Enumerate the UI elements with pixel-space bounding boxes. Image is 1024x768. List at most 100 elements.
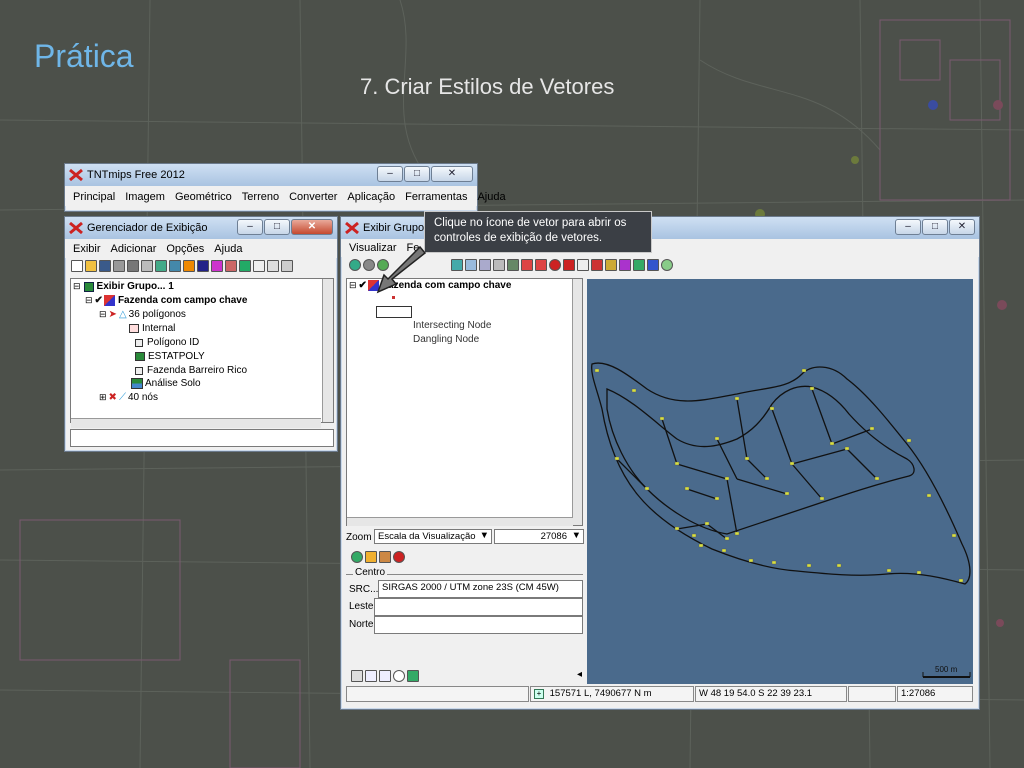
tree-row-internal[interactable]: Internal [129, 322, 175, 336]
add-raster-icon[interactable] [155, 260, 167, 272]
horizontal-scrollbar[interactable] [347, 517, 573, 526]
folder-icon[interactable] [365, 551, 377, 563]
cancel-icon[interactable] [563, 259, 575, 271]
check-icon[interactable]: ✔ [359, 280, 367, 291]
minimize-button[interactable]: ‒ [237, 219, 263, 235]
menu-aplicacao[interactable]: Aplicação [347, 191, 395, 203]
colors-icon[interactable] [647, 259, 659, 271]
tree-row-poligono-id[interactable]: Polígono ID [135, 336, 199, 350]
style-icon[interactable] [619, 259, 631, 271]
maximize-button[interactable]: □ [264, 219, 290, 235]
menu-principal[interactable]: Principal [73, 191, 115, 203]
back-icon[interactable] [521, 259, 533, 271]
query-icon[interactable] [507, 259, 519, 271]
menu-adicionar[interactable]: Adicionar [111, 243, 157, 255]
scale-value: 1:27086 [901, 688, 936, 699]
close-circle-icon[interactable] [393, 551, 405, 563]
zoom-mode-select[interactable]: Escala da Visualização ▼ [374, 529, 492, 544]
src-field[interactable]: SIRGAS 2000 / UTM zone 23S (CM 45W) [378, 580, 583, 598]
norte-field[interactable] [374, 616, 583, 634]
save-icon[interactable] [99, 260, 111, 272]
collapse-icon[interactable]: ⊟ [349, 280, 357, 291]
zoom-out-icon[interactable] [379, 670, 391, 682]
tree-row-polygons[interactable]: ⊟ ➤ △ 36 polígonos [99, 308, 186, 322]
stop-icon[interactable] [549, 259, 561, 271]
tree-row-group[interactable]: ⊟ Exibir Grupo... 1 [73, 280, 174, 294]
list-icon[interactable] [267, 260, 279, 272]
layer-icon[interactable] [127, 260, 139, 272]
settings-icon[interactable] [661, 259, 673, 271]
check-icon[interactable]: ✔ [95, 295, 103, 306]
zoom-value-field[interactable]: 27086 ▼ [494, 529, 584, 544]
group-icon[interactable] [141, 260, 153, 272]
maximize-button[interactable]: □ [922, 219, 948, 235]
close-button[interactable]: ✕ [291, 219, 333, 235]
vector-layer-icon[interactable] [103, 295, 115, 307]
close-button[interactable]: ✕ [949, 219, 975, 235]
menu-ajuda[interactable]: Ajuda [477, 191, 505, 203]
overview-icon[interactable] [407, 670, 419, 682]
crosshair-icon[interactable]: + [534, 689, 544, 699]
add-db-icon[interactable] [239, 260, 251, 272]
close-button[interactable]: ✕ [431, 166, 473, 182]
add-grid-icon[interactable] [225, 260, 237, 272]
tree-row-analise-solo[interactable]: Análise Solo [131, 377, 201, 391]
table-icon[interactable] [253, 260, 265, 272]
menu-opcoes[interactable]: Opções [166, 243, 204, 255]
leste-field[interactable] [374, 598, 583, 616]
tree-row-nodes[interactable]: ⊞ ✖ ⟋ 40 nós [99, 391, 158, 405]
redraw-icon[interactable] [349, 259, 361, 271]
menu-ferramentas[interactable]: Ferramentas [405, 191, 467, 203]
locate-icon[interactable] [351, 551, 363, 563]
select-icon[interactable] [465, 259, 477, 271]
print-icon[interactable] [113, 260, 125, 272]
src-label[interactable]: SRC... [349, 584, 378, 595]
pencil-icon[interactable] [605, 259, 617, 271]
tree-row-layer[interactable]: ⊟ ✔ Fazenda com campo chave [85, 294, 247, 308]
add-vector-icon[interactable] [169, 260, 181, 272]
menu-geometrico[interactable]: Geométrico [175, 191, 232, 203]
menu-converter[interactable]: Converter [289, 191, 337, 203]
vertical-scrollbar[interactable] [322, 279, 333, 422]
map-canvas[interactable]: 500 m [587, 279, 973, 684]
legend-dangling-node: Dangling Node [413, 334, 480, 345]
add-tin-icon[interactable] [211, 260, 223, 272]
maximize-button[interactable]: □ [404, 166, 430, 182]
add-layer-icon[interactable] [451, 259, 463, 271]
legend-icon[interactable] [351, 670, 363, 682]
add-shape-icon[interactable] [197, 260, 209, 272]
add-cad-icon[interactable] [183, 260, 195, 272]
collapse-arrow-icon[interactable]: ◂ [577, 669, 582, 680]
menu-terreno[interactable]: Terreno [242, 191, 279, 203]
main-titlebar[interactable]: TNTmips Free 2012 ‒ □ ✕ [65, 164, 477, 186]
collapse-icon[interactable]: ⊟ [73, 281, 81, 292]
details-icon[interactable] [281, 260, 293, 272]
centro-label: Centro [353, 567, 388, 578]
menu-ajuda[interactable]: Ajuda [214, 243, 242, 255]
zoom-in-icon[interactable] [577, 259, 589, 271]
menu-imagem[interactable]: Imagem [125, 191, 165, 203]
menu-exibir[interactable]: Exibir [73, 243, 101, 255]
collapse-icon[interactable]: ⊟ [99, 309, 107, 320]
minimize-button[interactable]: ‒ [377, 166, 403, 182]
horizontal-scrollbar[interactable] [71, 418, 321, 428]
search-icon[interactable] [393, 670, 405, 682]
pointer-icon[interactable] [591, 259, 603, 271]
forward-icon[interactable] [535, 259, 547, 271]
new-icon[interactable] [71, 260, 83, 272]
zoom-mode-value: Escala da Visualização [378, 531, 476, 542]
measure-icon[interactable] [493, 259, 505, 271]
leste-label: Leste [349, 601, 374, 612]
tree-row-estatpoly[interactable]: ESTATPOLY [135, 350, 205, 364]
collapse-icon[interactable]: ⊟ [85, 295, 93, 306]
zoom-in-icon[interactable] [365, 670, 377, 682]
open-icon[interactable] [85, 260, 97, 272]
chart-icon[interactable] [633, 259, 645, 271]
print-icon[interactable] [379, 551, 391, 563]
expand-icon[interactable]: ⊞ [99, 392, 107, 403]
manager-titlebar[interactable]: Gerenciador de Exibição ‒ □ ✕ [65, 217, 337, 239]
edit-icon[interactable] [479, 259, 491, 271]
tree-row-barreiro-rico[interactable]: Fazenda Barreiro Rico [135, 364, 247, 378]
minimize-button[interactable]: ‒ [895, 219, 921, 235]
vertical-scrollbar[interactable] [572, 279, 582, 525]
